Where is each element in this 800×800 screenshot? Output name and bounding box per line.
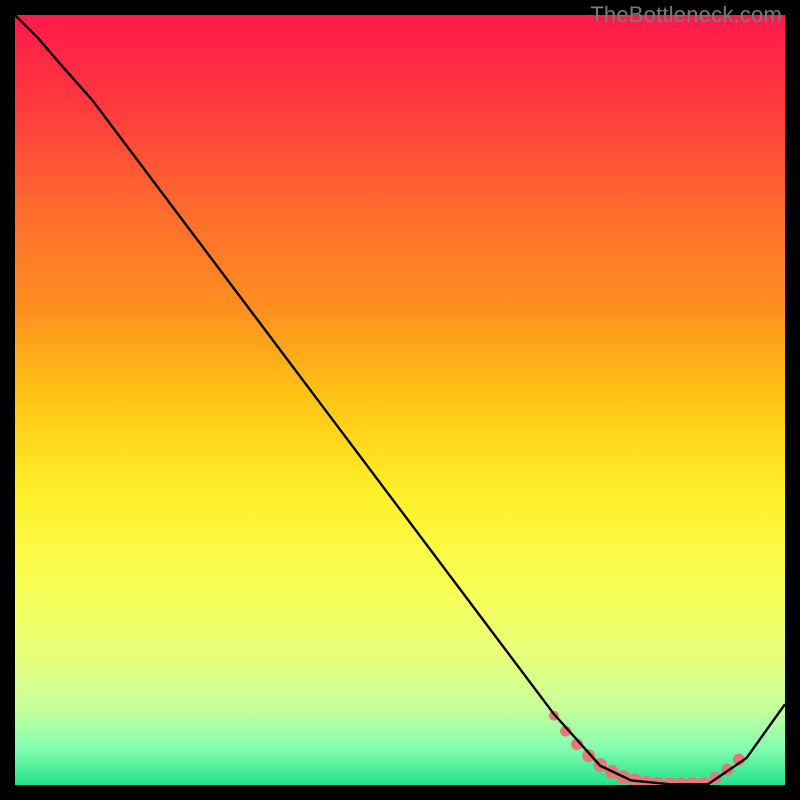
chart-svg [15,15,785,785]
chart-frame [15,15,785,785]
watermark-text: TheBottleneck.com [590,2,782,28]
chart-background [15,15,785,785]
